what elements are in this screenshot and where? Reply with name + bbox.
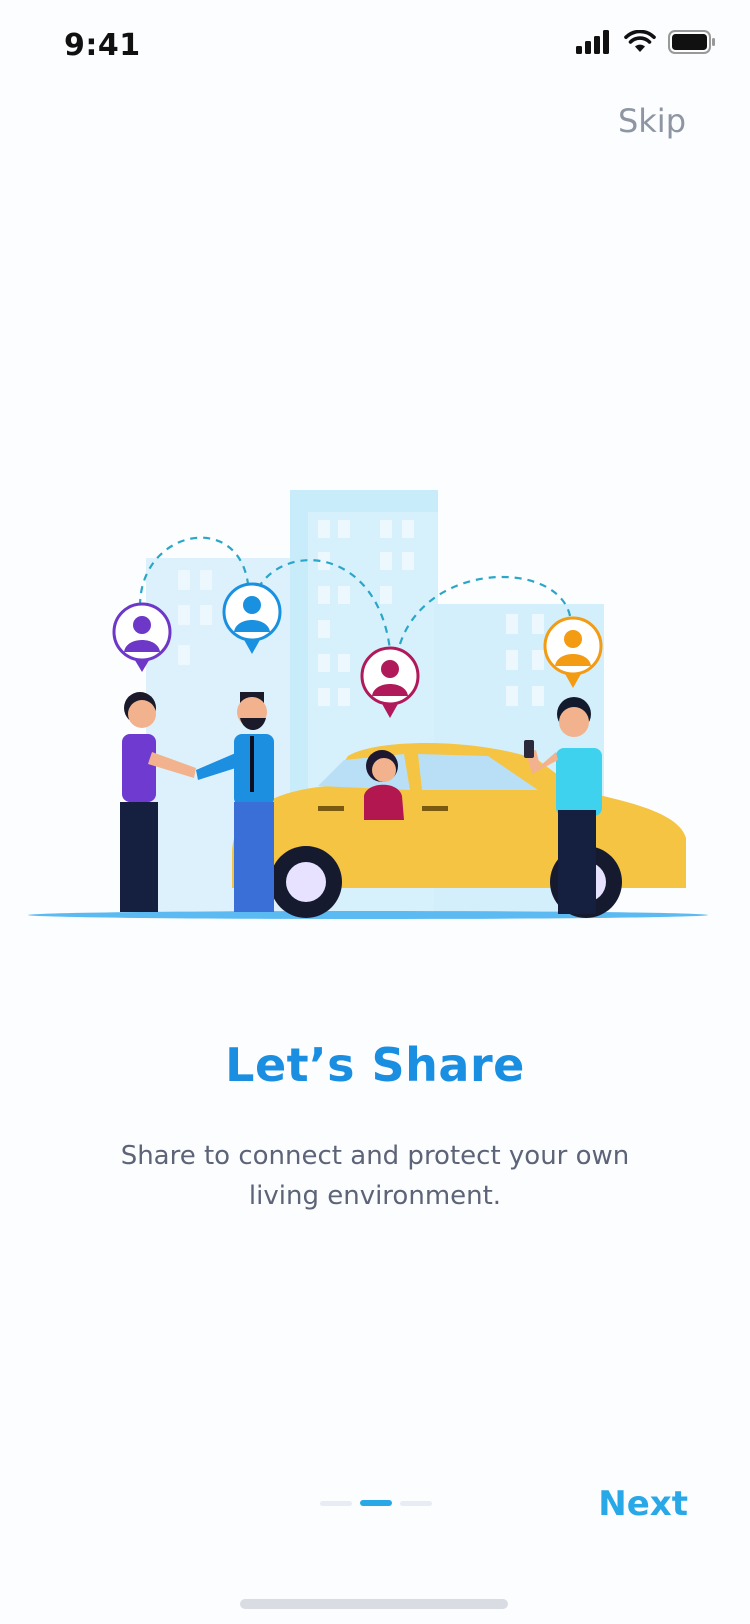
status-time: 9:41 <box>64 28 141 63</box>
status-icons <box>576 30 716 54</box>
onboarding-description: Share to connect and protect your own li… <box>120 1141 630 1211</box>
page-indicator <box>320 1500 432 1506</box>
wifi-icon <box>624 30 656 52</box>
page-dot-3 <box>400 1500 432 1506</box>
cellular-signal-icon <box>576 30 609 54</box>
status-bar: 9:41 <box>0 0 750 90</box>
page-dot-2 <box>360 1500 392 1506</box>
home-indicator <box>240 1599 508 1609</box>
battery-icon <box>668 30 715 54</box>
skip-button[interactable]: Skip <box>618 102 686 140</box>
onboarding-title: Let’s Share <box>225 1038 525 1092</box>
ride-sharing-illustration <box>28 490 708 919</box>
next-button[interactable]: Next <box>598 1484 688 1524</box>
page-dot-1 <box>320 1500 352 1506</box>
